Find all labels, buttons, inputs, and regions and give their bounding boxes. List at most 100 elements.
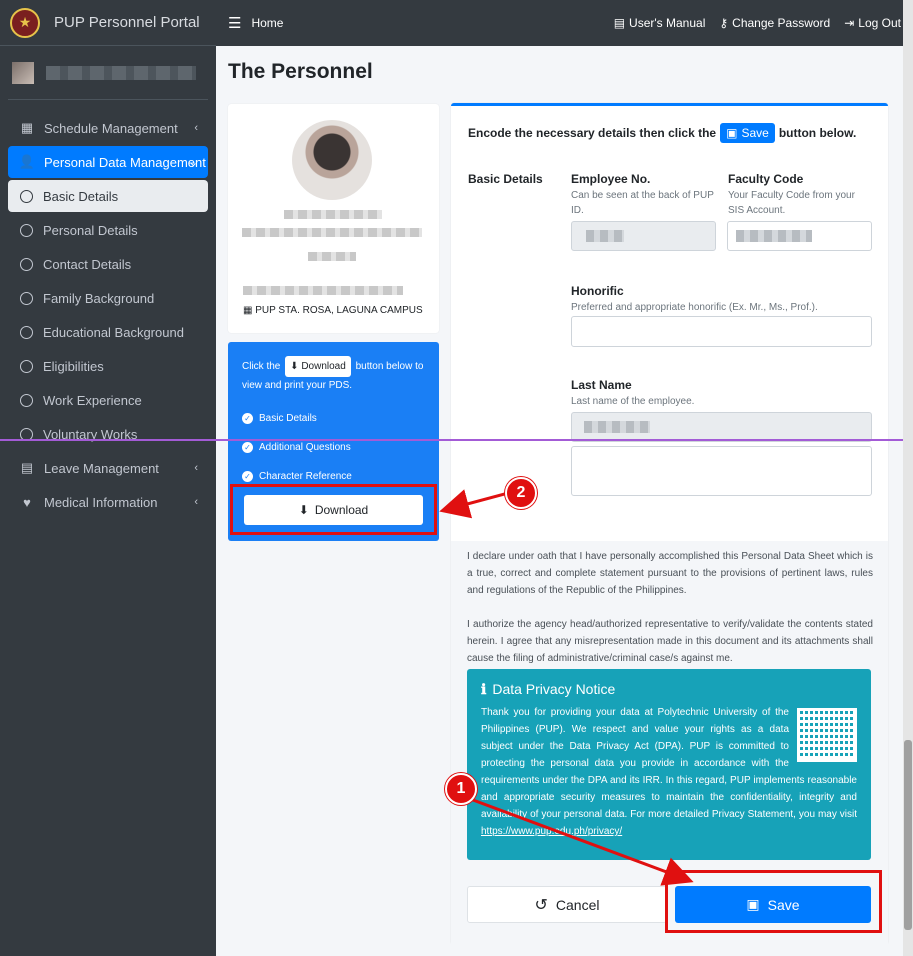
avatar bbox=[12, 61, 34, 84]
cancel-button[interactable]: ↺ Cancel bbox=[467, 886, 667, 923]
change-password-link[interactable]: ⚷ Change Password bbox=[719, 16, 830, 30]
step-badge-2: 2 bbox=[505, 477, 537, 509]
sidebar-item-voluntary-works[interactable]: Voluntary Works bbox=[8, 418, 208, 450]
circle-icon bbox=[20, 325, 33, 339]
top-navbar: ☰ Home ▤ User's Manual ⚷ Change Password ⇥… bbox=[216, 0, 913, 46]
form-heading-after: button below. bbox=[778, 126, 857, 140]
basic-details-form: Encode the necessary details then click … bbox=[451, 103, 888, 948]
sidebar-nav: ▦ Schedule Management ‹ 👤 Personal Data … bbox=[0, 100, 216, 518]
book-icon: ▤ bbox=[613, 16, 626, 30]
sidebar-item-personal-details[interactable]: Personal Details bbox=[8, 214, 208, 246]
users-manual-label: User's Manual bbox=[629, 16, 706, 30]
undo-icon: ↺ bbox=[534, 896, 548, 914]
sidebar-item-medical-information[interactable]: ♥ Medical Information ‹ bbox=[8, 486, 208, 518]
save-chip-label: Save bbox=[741, 126, 769, 140]
chevron-left-icon: ‹ bbox=[194, 462, 198, 474]
circle-icon bbox=[20, 189, 33, 203]
declaration-authorization: I authorize the agency head/authorized r… bbox=[467, 619, 873, 664]
sidebar-item-label: Personal Details bbox=[43, 222, 138, 238]
sidebar-item-work-experience[interactable]: Work Experience bbox=[8, 384, 208, 416]
honorific-hint: Preferred and appropriate honorific (Ex.… bbox=[571, 302, 818, 313]
logout-label: Log Out bbox=[858, 16, 901, 30]
chevron-left-icon: ‹ bbox=[194, 122, 198, 134]
sidebar-item-label: Eligibilities bbox=[43, 358, 104, 374]
last-name-field[interactable] bbox=[571, 412, 872, 442]
download-chip: ⬇ Download bbox=[285, 356, 351, 377]
save-chip: ▣ Save bbox=[720, 123, 775, 143]
chevron-down-icon: ⌄ bbox=[188, 156, 198, 169]
home-link[interactable]: Home bbox=[251, 16, 283, 30]
form-heading-before: Encode the necessary details then click … bbox=[468, 126, 717, 140]
sidebar-item-eligibilities[interactable]: Eligibilities bbox=[8, 350, 208, 382]
sidebar: ★ PUP Personnel Portal ▦ Schedule Manage… bbox=[0, 0, 216, 956]
circle-icon bbox=[20, 223, 33, 237]
privacy-title: ℹ Data Privacy Notice bbox=[481, 681, 857, 698]
last-name-label: Last Name bbox=[571, 378, 632, 392]
sidebar-item-label: Contact Details bbox=[43, 256, 132, 272]
qr-code-icon bbox=[797, 708, 857, 762]
info-icon: ℹ bbox=[481, 681, 487, 697]
sidebar-item-leave-management[interactable]: ▤ Leave Management ‹ bbox=[8, 452, 208, 484]
sidebar-item-basic-details[interactable]: Basic Details bbox=[8, 180, 208, 212]
privacy-title-text: Data Privacy Notice bbox=[492, 681, 616, 697]
profile-photo bbox=[292, 120, 372, 200]
scroll-thumb[interactable] bbox=[904, 740, 912, 930]
save-icon: ▣ bbox=[726, 126, 738, 140]
menu-icon[interactable]: ☰ bbox=[228, 14, 241, 32]
sidebar-item-educational-background[interactable]: Educational Background bbox=[8, 316, 208, 348]
privacy-text: Thank you for providing your data at Pol… bbox=[481, 704, 857, 840]
campus-label: ▦ PUP STA. ROSA, LAGUNA CAMPUS bbox=[243, 305, 423, 316]
checklist-label: Additional Questions bbox=[259, 442, 351, 453]
sidebar-item-personal-data-management[interactable]: 👤 Personal Data Management ⌄ bbox=[8, 146, 208, 178]
brand[interactable]: ★ PUP Personnel Portal bbox=[0, 0, 216, 46]
privacy-link[interactable]: https://www.pup.edu.ph/privacy/ bbox=[481, 826, 622, 837]
highlight-download bbox=[230, 484, 437, 535]
pds-checklist: ✓ Basic Details ✓ Additional Questions ✓ Ch… bbox=[242, 404, 425, 491]
check-circle-icon: ✓ bbox=[242, 471, 253, 482]
sidebar-item-contact-details[interactable]: Contact Details bbox=[8, 248, 208, 280]
honorific-label: Honorific bbox=[571, 284, 624, 298]
sidebar-item-label: Educational Background bbox=[43, 324, 184, 340]
change-password-label: Change Password bbox=[732, 16, 831, 30]
honorific-field[interactable] bbox=[571, 316, 872, 347]
checklist-item: ✓ Additional Questions bbox=[242, 433, 425, 462]
sign-out-icon: ⇥ bbox=[844, 16, 855, 30]
pup-logo-icon: ★ bbox=[10, 7, 40, 38]
faculty-code-label: Faculty Code bbox=[728, 172, 804, 186]
users-manual-link[interactable]: ▤ User's Manual bbox=[614, 16, 706, 30]
logout-link[interactable]: ⇥ Log Out bbox=[844, 16, 901, 30]
faculty-code-hint: Your Faculty Code from your SIS Account. bbox=[728, 190, 855, 216]
user-name-redacted bbox=[46, 65, 196, 80]
textarea-field[interactable] bbox=[571, 446, 872, 496]
circle-icon bbox=[20, 257, 33, 271]
sidebar-item-label: Personal Data Management bbox=[44, 154, 206, 170]
calendar-minus-icon: ▤ bbox=[20, 460, 34, 475]
circle-icon bbox=[20, 359, 33, 373]
redacted-value bbox=[736, 230, 812, 242]
employee-no-field[interactable] bbox=[571, 221, 716, 251]
sidebar-item-schedule-management[interactable]: ▦ Schedule Management ‹ bbox=[8, 112, 208, 144]
section-label: Basic Details bbox=[468, 172, 543, 186]
circle-icon bbox=[20, 291, 33, 305]
sidebar-item-label: Basic Details bbox=[43, 188, 119, 204]
scrollbar[interactable] bbox=[903, 0, 913, 956]
user-edit-icon: 👤 bbox=[18, 154, 36, 169]
check-circle-icon: ✓ bbox=[242, 442, 253, 453]
user-panel[interactable] bbox=[8, 46, 208, 100]
brand-title: PUP Personnel Portal bbox=[54, 14, 200, 31]
sidebar-item-family-background[interactable]: Family Background bbox=[8, 282, 208, 314]
checklist-label: Character Reference bbox=[259, 471, 352, 482]
checklist-item: ✓ Basic Details bbox=[242, 404, 425, 433]
divider-line bbox=[0, 439, 913, 441]
campus-text: PUP STA. ROSA, LAGUNA CAMPUS bbox=[255, 305, 423, 316]
step-badge-1: 1 bbox=[445, 773, 477, 805]
employee-no-hint: Can be seen at the back of PUP ID. bbox=[571, 190, 714, 216]
faculty-code-field[interactable] bbox=[727, 221, 872, 251]
chevron-left-icon: ‹ bbox=[194, 496, 198, 508]
pds-instructions: Click the ⬇ Download button below to vie… bbox=[242, 356, 425, 394]
download-chip-label: Download bbox=[301, 361, 346, 372]
sidebar-item-label: Medical Information bbox=[44, 494, 158, 510]
redacted-value bbox=[586, 230, 624, 242]
sidebar-item-label: Family Background bbox=[43, 290, 155, 306]
sidebar-item-label: Schedule Management bbox=[44, 120, 178, 136]
